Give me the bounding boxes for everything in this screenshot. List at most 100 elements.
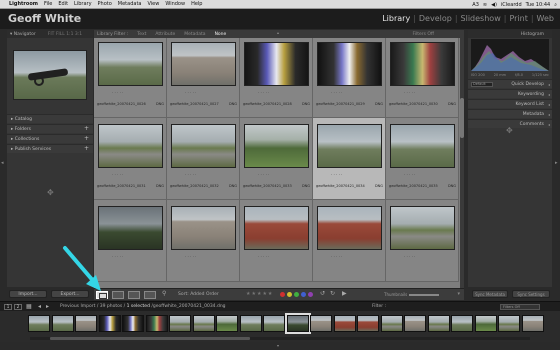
rating-dots[interactable]: · · · · · (112, 90, 123, 95)
filmstrip-scrollbar[interactable] (30, 337, 530, 340)
preset-select[interactable]: Default (471, 81, 493, 87)
add-icon[interactable]: + (84, 145, 89, 152)
filmstrip-thumbnail[interactable] (216, 315, 238, 332)
panel-keyword-list[interactable]: Keyword List ◂ (468, 99, 552, 108)
filter-metadata[interactable]: Metadata (184, 32, 205, 37)
rating-dots[interactable]: · · · · · (404, 254, 415, 259)
module-library[interactable]: Library (382, 14, 410, 23)
toolbar-menu-icon[interactable]: ▾ (457, 291, 460, 297)
clock[interactable]: Tue 10:44 (526, 2, 551, 8)
photo-thumbnail[interactable] (98, 206, 163, 250)
rating-dots[interactable]: · · · · · (404, 90, 415, 95)
rating-stars[interactable]: ★★★★★ (246, 291, 273, 297)
filmstrip-thumbnail[interactable] (474, 315, 497, 332)
photo-thumbnail[interactable] (171, 124, 236, 168)
photo-thumbnail[interactable] (390, 206, 455, 250)
photo-thumbnail[interactable] (98, 42, 163, 86)
rotate-left-icon[interactable]: ↺ (320, 290, 325, 297)
grid-cell[interactable]: · · · · · geoffwhite_20070421_0028 DNG (240, 38, 313, 118)
filter-text[interactable]: Text (137, 32, 146, 37)
filmstrip-thumbnail[interactable] (28, 315, 50, 332)
photo-thumbnail[interactable] (317, 124, 382, 168)
filter-attribute[interactable]: Attribute (155, 32, 175, 37)
filmstrip-thumbnail[interactable] (357, 315, 379, 332)
panel-keywording[interactable]: Keywording ◂ (468, 89, 552, 98)
menu-help[interactable]: Help (191, 1, 202, 7)
filmstrip-thumbnail[interactable] (263, 315, 285, 332)
panel-collections[interactable]: ▸ Collections + (7, 134, 93, 143)
grid-cell[interactable]: · · · · · geoffwhite_20070421_0026 DNG (94, 38, 167, 118)
color-label-swatch[interactable] (280, 292, 285, 297)
menu-photo[interactable]: Photo (98, 1, 112, 7)
thumbnail-size-slider[interactable]: Thumbnails (384, 292, 440, 297)
histogram-header[interactable]: Histogram (468, 30, 552, 38)
rating-dots[interactable]: · · · · · (185, 254, 196, 259)
filmstrip-thumbnail[interactable] (284, 313, 311, 334)
grid-cell[interactable]: · · · · · (94, 200, 167, 282)
compare-view-button[interactable] (128, 291, 140, 299)
grid-cell[interactable]: · · · · · geoffwhite_20070421_0032 DNG (167, 118, 240, 200)
filmstrip-thumbnail[interactable] (310, 315, 332, 332)
filmstrip-thumbnail[interactable] (169, 315, 191, 332)
grid-cell[interactable]: · · · · · geoffwhite_20070421_0027 DNG (167, 38, 240, 118)
secondary-window-button[interactable]: 2 (14, 304, 22, 310)
filmstrip-thumbnail[interactable] (380, 315, 403, 332)
menu-metadata[interactable]: Metadata (118, 1, 142, 7)
rating-dots[interactable]: · · · · · (258, 90, 269, 95)
panel-folders[interactable]: ▸ Folders + (7, 124, 93, 133)
filmstrip-thumbnail[interactable] (75, 315, 97, 332)
grid-cell[interactable]: · · · · · geoffwhite_20070421_0029 DNG (313, 38, 386, 118)
panel-resize-handle-icon[interactable]: ✥ (47, 188, 54, 197)
status-input[interactable]: iCleardd (501, 2, 522, 8)
filter-none[interactable]: None (215, 32, 227, 37)
menu-edit[interactable]: Edit (58, 1, 68, 7)
photo-thumbnail[interactable] (244, 124, 309, 168)
loupe-view-button[interactable] (112, 291, 124, 299)
filmstrip-thumbnail[interactable] (192, 315, 215, 332)
filmstrip-thumbnail[interactable] (498, 315, 520, 332)
source-name[interactable]: Previous Import (60, 304, 95, 309)
filmstrip-thumbnail[interactable] (239, 315, 262, 332)
navigator-preview[interactable] (13, 50, 87, 100)
module-slideshow[interactable]: Slideshow (461, 14, 501, 23)
status-adobe[interactable]: A3 (472, 2, 479, 8)
rating-dots[interactable]: · · · · · (331, 90, 342, 95)
filmstrip-thumbnail[interactable] (145, 315, 168, 332)
grid-cell[interactable]: · · · · · (240, 200, 313, 282)
filmstrip-thumbnail[interactable] (521, 315, 544, 332)
add-icon[interactable]: + (84, 125, 89, 132)
slider-track[interactable] (409, 294, 440, 296)
bottom-panel-toggle-icon[interactable]: ▾ (277, 343, 279, 348)
sync-settings-button[interactable]: Sync Settings (512, 290, 550, 298)
play-icon[interactable]: ▶ (342, 290, 347, 297)
module-web[interactable]: Web (537, 14, 554, 23)
rating-dots[interactable]: · · · · · (331, 254, 342, 259)
photo-thumbnail[interactable] (390, 42, 455, 86)
sort-control[interactable]: Sort: Added Order (178, 292, 219, 297)
forward-arrow-icon[interactable]: ▸ (46, 303, 49, 310)
right-panel-toggle-icon[interactable]: ▸ (555, 160, 558, 166)
rating-dots[interactable]: · · · · · (185, 90, 196, 95)
survey-view-button[interactable] (144, 291, 156, 299)
module-print[interactable]: Print (509, 14, 527, 23)
rating-dots[interactable]: · · · · · (112, 254, 123, 259)
rating-dots[interactable]: · · · · · (404, 172, 415, 177)
primary-window-button[interactable]: 1 (4, 304, 12, 310)
filmstrip-thumbnail[interactable] (98, 315, 121, 332)
photo-thumbnail[interactable] (390, 124, 455, 168)
photo-thumbnail[interactable] (171, 206, 236, 250)
panel-metadata[interactable]: Metadata ◂ (468, 109, 552, 118)
panel-publish-services[interactable]: ▸ Publish Services + (7, 144, 93, 153)
rotate-right-icon[interactable]: ↻ (330, 290, 335, 297)
menu-file[interactable]: File (44, 1, 52, 7)
grid-cell[interactable]: · · · · · geoffwhite_20070421_0035 DNG (386, 118, 459, 200)
rating-dots[interactable]: · · · · · (331, 172, 342, 177)
color-label-swatch[interactable] (287, 292, 292, 297)
grid-scrollbar[interactable] (460, 38, 464, 290)
photo-thumbnail[interactable] (98, 124, 163, 168)
navigator-zoom[interactable]: FIT FILL 1:1 3:1 (48, 32, 82, 37)
grid-cell[interactable]: · · · · · (386, 200, 459, 282)
filmstrip-filter-select[interactable]: Filters Off (500, 304, 540, 310)
filmstrip-scroll-thumb[interactable] (50, 337, 250, 340)
sync-metadata-button[interactable]: Sync Metadata (472, 290, 508, 298)
